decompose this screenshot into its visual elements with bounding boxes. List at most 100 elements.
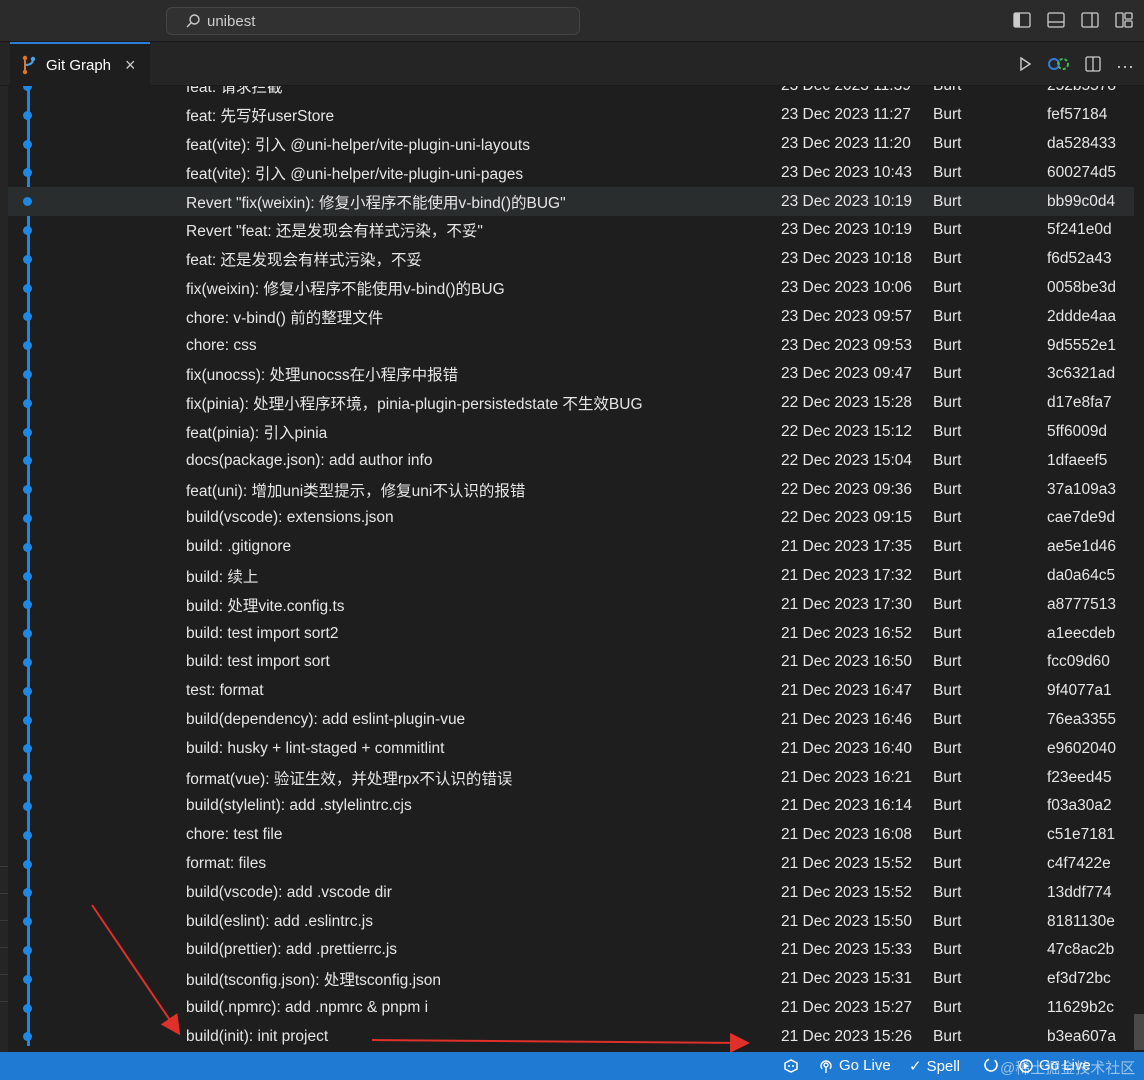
commit-author: Burt	[933, 970, 962, 988]
commit-author: Burt	[933, 509, 962, 527]
commit-row[interactable]: feat(pinia): 引入pinia 22 Dec 2023 15:12 Bur…	[8, 418, 1134, 447]
commit-row[interactable]: build: test import sort2 21 Dec 2023 16:5…	[8, 619, 1134, 648]
search-icon	[186, 14, 200, 28]
commit-message: feat: 还是发现会有样式污染，不妥	[186, 252, 422, 270]
commit-node	[23, 686, 32, 696]
commit-date: 21 Dec 2023 17:30	[781, 595, 912, 613]
copilot-icon	[784, 1059, 798, 1073]
commit-node	[23, 1003, 32, 1013]
commit-row[interactable]: feat(vite): 引入 @uni-helper/vite-plugin-u…	[8, 130, 1134, 159]
commit-row[interactable]: fix(pinia): 处理小程序环境，pinia-plugin-persist…	[8, 389, 1134, 418]
copilot-status[interactable]	[782, 1057, 800, 1075]
commit-date: 23 Dec 2023 09:57	[781, 307, 912, 325]
toggle-secondary-sidebar-icon[interactable]	[1080, 10, 1100, 30]
tab-label: Git Graph	[46, 56, 112, 74]
run-icon[interactable]	[1016, 55, 1034, 78]
commit-row[interactable]: chore: v-bind() 前的整理文件 23 Dec 2023 09:57 B…	[8, 302, 1134, 331]
commit-row[interactable]: format: files 21 Dec 2023 15:52 Burt c4f742…	[8, 850, 1134, 879]
commit-node	[23, 859, 32, 869]
commit-row[interactable]: Revert "fix(weixin): 修复小程序不能使用v-bind()的B…	[8, 187, 1134, 216]
commit-node	[23, 888, 32, 898]
commit-author: Burt	[933, 163, 962, 181]
commit-row[interactable]: test: format 21 Dec 2023 16:47 Burt 9f4077a…	[8, 677, 1134, 706]
commit-date: 23 Dec 2023 10:06	[781, 278, 912, 296]
spell-status[interactable]: ✓ Spell	[909, 1057, 960, 1076]
commit-message: fix(weixin): 修复小程序不能使用v-bind()的BUG	[186, 280, 505, 298]
commit-row[interactable]: build(vscode): extensions.json 22 Dec 202…	[8, 504, 1134, 533]
commit-row[interactable]: chore: css 23 Dec 2023 09:53 Burt 9d5552e1	[8, 331, 1134, 360]
commit-row[interactable]: feat: 还是发现会有样式污染，不妥 23 Dec 2023 10:18 Burt…	[8, 245, 1134, 274]
commit-message: build(init): init project	[186, 1027, 329, 1045]
commit-row[interactable]: fix(unocss): 处理unocss在小程序中报错 23 Dec 2023 …	[8, 360, 1134, 389]
customize-layout-icon[interactable]	[1114, 10, 1134, 30]
commit-row[interactable]: docs(package.json): add author info 22 De…	[8, 446, 1134, 475]
commit-row[interactable]: build(prettier): add .prettierrc.js 21 De…	[8, 936, 1134, 965]
commit-author: Burt	[933, 394, 962, 412]
commit-row[interactable]: chore: test file 21 Dec 2023 16:08 Burt c51…	[8, 821, 1134, 850]
commit-node	[23, 139, 32, 149]
tab-git-graph[interactable]: Git Graph ×	[10, 42, 150, 86]
commit-hash: fef57184	[1047, 106, 1108, 124]
commit-row[interactable]: fix(weixin): 修复小程序不能使用v-bind()的BUG 23 Dec…	[8, 274, 1134, 303]
commit-message: Revert "fix(weixin): 修复小程序不能使用v-bind()的B…	[186, 194, 566, 212]
commit-node	[23, 283, 32, 293]
commit-row[interactable]: build(.npmrc): add .npmrc & pnpm i 21 Dec…	[8, 994, 1134, 1023]
commit-node	[23, 341, 32, 351]
commit-author: Burt	[933, 336, 962, 354]
commit-row[interactable]: build: .gitignore 21 Dec 2023 17:35 Burt ae…	[8, 533, 1134, 562]
commit-message: build: husky + lint-staged + commitlint	[186, 739, 445, 757]
commit-hash: 8181130e	[1047, 912, 1115, 930]
commit-hash: 47c8ac2b	[1047, 941, 1115, 959]
toggle-primary-sidebar-icon[interactable]	[1012, 10, 1032, 30]
commit-hash: e9602040	[1047, 739, 1116, 757]
commit-row[interactable]: build(tsconfig.json): 处理tsconfig.json 21 …	[8, 965, 1134, 994]
commit-author: Burt	[933, 307, 962, 325]
commit-author: Burt	[933, 538, 962, 556]
commit-row[interactable]: feat(uni): 增加uni类型提示，修复uni不认识的报错 22 Dec 2…	[8, 475, 1134, 504]
sync-status[interactable]	[983, 1057, 999, 1073]
commit-row[interactable]: feat: 请求拦截 23 Dec 2023 11:39 Burt 252b5578	[8, 86, 1134, 101]
commit-message: build(dependency): add eslint-plugin-vue	[186, 710, 466, 728]
commit-row[interactable]: build: test import sort 21 Dec 2023 16:50…	[8, 648, 1134, 677]
commit-author: Burt	[933, 883, 962, 901]
commit-row[interactable]: build(stylelint): add .stylelintrc.cjs 21…	[8, 792, 1134, 821]
commit-node	[23, 369, 32, 379]
commit-hash: 5f241e0d	[1047, 221, 1112, 239]
commit-row[interactable]: build(dependency): add eslint-plugin-vue…	[8, 706, 1134, 735]
commit-hash: 76ea3355	[1047, 710, 1116, 728]
scrollbar-thumb[interactable]	[1134, 1014, 1144, 1050]
split-editor-icon[interactable]	[1084, 55, 1102, 78]
commit-row[interactable]: build(vscode): add .vscode dir 21 Dec 202…	[8, 878, 1134, 907]
commit-row[interactable]: Revert "feat: 还是发现会有样式污染，不妥" 23 Dec 2023 …	[8, 216, 1134, 245]
toggle-panel-icon[interactable]	[1046, 10, 1066, 30]
commit-hash: b3ea607a	[1047, 1027, 1116, 1045]
more-actions-icon[interactable]: ···	[1116, 56, 1134, 77]
commit-message: feat: 先写好userStore	[186, 108, 335, 126]
git-graph-action-icon[interactable]	[1048, 54, 1070, 79]
commit-row[interactable]: build(init): init project 21 Dec 2023 15:…	[8, 1022, 1134, 1051]
commit-row[interactable]: build: 续上 21 Dec 2023 17:32 Burt da0a64c5	[8, 562, 1134, 591]
commit-author: Burt	[933, 566, 962, 584]
commit-date: 21 Dec 2023 15:33	[781, 941, 912, 959]
close-tab-icon[interactable]: ×	[125, 55, 136, 76]
commit-author: Burt	[933, 768, 962, 786]
commit-hash: 0058be3d	[1047, 278, 1116, 296]
commit-row[interactable]: feat: 先写好userStore 23 Dec 2023 11:27 Burt f…	[8, 101, 1134, 130]
command-center-search[interactable]: unibest	[166, 7, 580, 35]
commit-node	[23, 657, 32, 667]
commit-row[interactable]: build: 处理vite.config.ts 21 Dec 2023 17:30…	[8, 590, 1134, 619]
commit-hash: 1dfaeef5	[1047, 451, 1108, 469]
go-live-status-1[interactable]: Go Live	[818, 1057, 891, 1074]
commit-author: Burt	[933, 797, 962, 815]
commit-date: 23 Dec 2023 11:27	[781, 106, 911, 124]
commit-message: build(vscode): add .vscode dir	[186, 883, 392, 901]
commit-date: 21 Dec 2023 16:40	[781, 739, 912, 757]
commit-message: feat: 请求拦截	[186, 86, 283, 97]
commit-row[interactable]: build: husky + lint-staged + commitlint 2…	[8, 734, 1134, 763]
commit-date: 21 Dec 2023 15:26	[781, 1027, 912, 1045]
commit-row[interactable]: feat(vite): 引入 @uni-helper/vite-plugin-u…	[8, 158, 1134, 187]
commit-date: 21 Dec 2023 16:47	[781, 682, 912, 700]
go-live-label-1: Go Live	[839, 1057, 891, 1074]
commit-row[interactable]: build(eslint): add .eslintrc.js 21 Dec 20…	[8, 907, 1134, 936]
commit-row[interactable]: format(vue): 验证生效，并处理rpx不认识的错误 21 Dec 202…	[8, 763, 1134, 792]
